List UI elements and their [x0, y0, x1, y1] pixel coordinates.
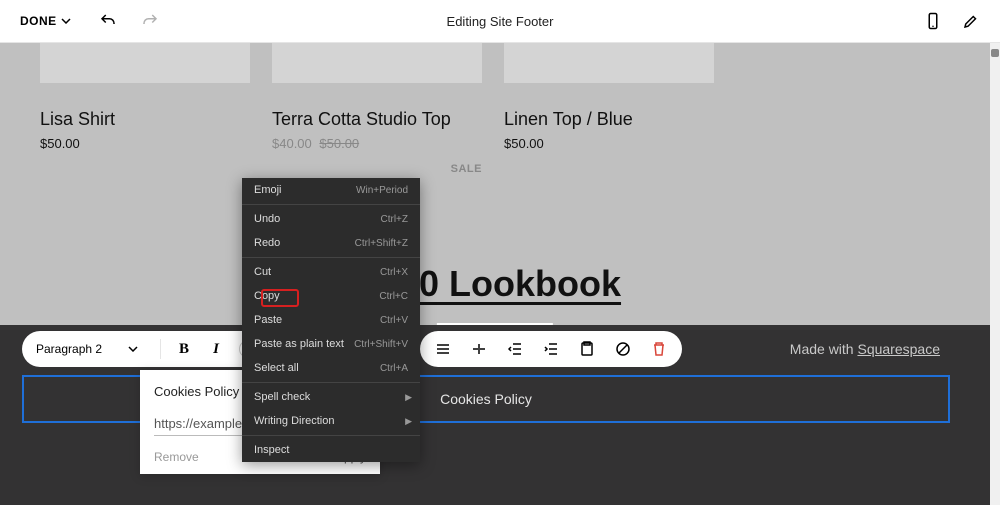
context-menu-item[interactable]: Writing Direction ▶: [242, 409, 420, 433]
context-menu-shortcut: Ctrl+V: [380, 315, 408, 326]
product-price: $50.00: [40, 136, 250, 151]
context-menu-separator: [242, 435, 420, 436]
history-controls: [99, 12, 159, 30]
bold-button[interactable]: B: [175, 340, 193, 358]
product-price: $50.00: [504, 136, 714, 151]
context-menu: Emoji Win+Period Undo Ctrl+Z Redo Ctrl+Shift+…: [242, 178, 420, 462]
made-with: Made with Squarespace: [790, 341, 940, 357]
scrollbar-thumb[interactable]: [991, 49, 999, 57]
context-menu-shortcut: Win+Period: [356, 185, 408, 196]
context-menu-label: Spell check: [254, 391, 310, 403]
chevron-right-icon: ▶: [405, 392, 412, 403]
context-menu-item[interactable]: Select all Ctrl+A: [242, 356, 420, 380]
context-menu-separator: [242, 204, 420, 205]
context-menu-separator: [242, 382, 420, 383]
context-menu-shortcut: Ctrl+A: [380, 363, 408, 374]
clipboard-icon[interactable]: [578, 340, 596, 358]
context-menu-label: Emoji: [254, 184, 282, 196]
product-card[interactable]: Linen Top / Blue $50.00: [504, 43, 714, 175]
product-image: [40, 43, 250, 83]
context-menu-separator: [242, 257, 420, 258]
product-name: Terra Cotta Studio Top: [272, 109, 482, 130]
price-old: $50.00: [319, 136, 359, 151]
context-menu-shortcut: Ctrl+Shift+V: [354, 339, 408, 350]
context-menu-label: Inspect: [254, 444, 289, 456]
text-toolbar: Paragraph 2 B I: [22, 331, 271, 367]
undo-icon[interactable]: [99, 12, 117, 30]
chevron-down-icon: [61, 18, 71, 24]
strikethrough-icon[interactable]: [470, 340, 488, 358]
context-menu-shortcut: Ctrl+C: [379, 291, 408, 302]
context-menu-label: Undo: [254, 213, 280, 225]
done-label: DONE: [20, 14, 57, 28]
chevron-down-icon: [128, 346, 138, 352]
context-menu-item[interactable]: Emoji Win+Period: [242, 178, 420, 202]
product-card[interactable]: Lisa Shirt $50.00: [40, 43, 250, 175]
squarespace-link[interactable]: Squarespace: [857, 341, 940, 357]
product-image: [504, 43, 714, 83]
context-menu-label: Paste: [254, 314, 282, 326]
sale-badge: SALE: [272, 163, 482, 175]
context-menu-label: Copy: [254, 290, 280, 302]
context-menu-item[interactable]: Undo Ctrl+Z: [242, 207, 420, 231]
context-menu-label: Select all: [254, 362, 299, 374]
redo-icon[interactable]: [141, 12, 159, 30]
context-menu-label: Cut: [254, 266, 271, 278]
context-menu-item[interactable]: Spell check ▶: [242, 385, 420, 409]
list-icon[interactable]: [434, 340, 452, 358]
context-menu-item[interactable]: Redo Ctrl+Shift+Z: [242, 231, 420, 255]
context-menu-label: Paste as plain text: [254, 338, 344, 350]
paragraph-style-label: Paragraph 2: [36, 342, 102, 356]
trash-icon[interactable]: [650, 340, 668, 358]
italic-button[interactable]: I: [207, 340, 225, 358]
block-icon[interactable]: [614, 340, 632, 358]
done-button[interactable]: DONE: [20, 14, 71, 28]
paragraph-style-select[interactable]: Paragraph 2: [36, 342, 146, 356]
mobile-preview-icon[interactable]: [924, 12, 942, 30]
context-menu-item[interactable]: Copy Ctrl+C: [242, 284, 420, 308]
toolbar-divider: [160, 339, 161, 359]
context-menu-item[interactable]: Paste as plain text Ctrl+Shift+V: [242, 332, 420, 356]
link-remove-button[interactable]: Remove: [154, 450, 199, 464]
text-toolbar-right: [420, 331, 682, 367]
context-menu-label: Redo: [254, 237, 280, 249]
page-title: Editing Site Footer: [447, 14, 554, 29]
price-new: $40.00: [272, 136, 312, 151]
context-menu-shortcut: Ctrl+Shift+Z: [355, 238, 408, 249]
brush-icon[interactable]: [962, 12, 980, 30]
madewith-prefix: Made with: [790, 341, 858, 357]
context-menu-item[interactable]: Paste Ctrl+V: [242, 308, 420, 332]
context-menu-label: Writing Direction: [254, 415, 335, 427]
chevron-right-icon: ▶: [405, 416, 412, 427]
context-menu-item[interactable]: Cut Ctrl+X: [242, 260, 420, 284]
topbar: DONE Editing Site Footer: [0, 0, 1000, 43]
product-image: [272, 43, 482, 83]
product-card[interactable]: Terra Cotta Studio Top $40.00 $50.00 SAL…: [272, 43, 482, 175]
product-row: Lisa Shirt $50.00 Terra Cotta Studio Top…: [0, 43, 990, 175]
product-name: Lisa Shirt: [40, 109, 250, 130]
product-price: $40.00 $50.00: [272, 136, 482, 151]
indent-icon[interactable]: [542, 340, 560, 358]
outdent-icon[interactable]: [506, 340, 524, 358]
footer-link-text: Cookies Policy: [440, 391, 532, 407]
context-menu-shortcut: Ctrl+Z: [381, 214, 409, 225]
context-menu-item[interactable]: Inspect: [242, 438, 420, 462]
topbar-right: [924, 12, 980, 30]
product-name: Linen Top / Blue: [504, 109, 714, 130]
lookbook-heading: – 20 Lookbook: [0, 263, 990, 305]
context-menu-shortcut: Ctrl+X: [380, 267, 408, 278]
scrollbar[interactable]: [990, 43, 1000, 505]
